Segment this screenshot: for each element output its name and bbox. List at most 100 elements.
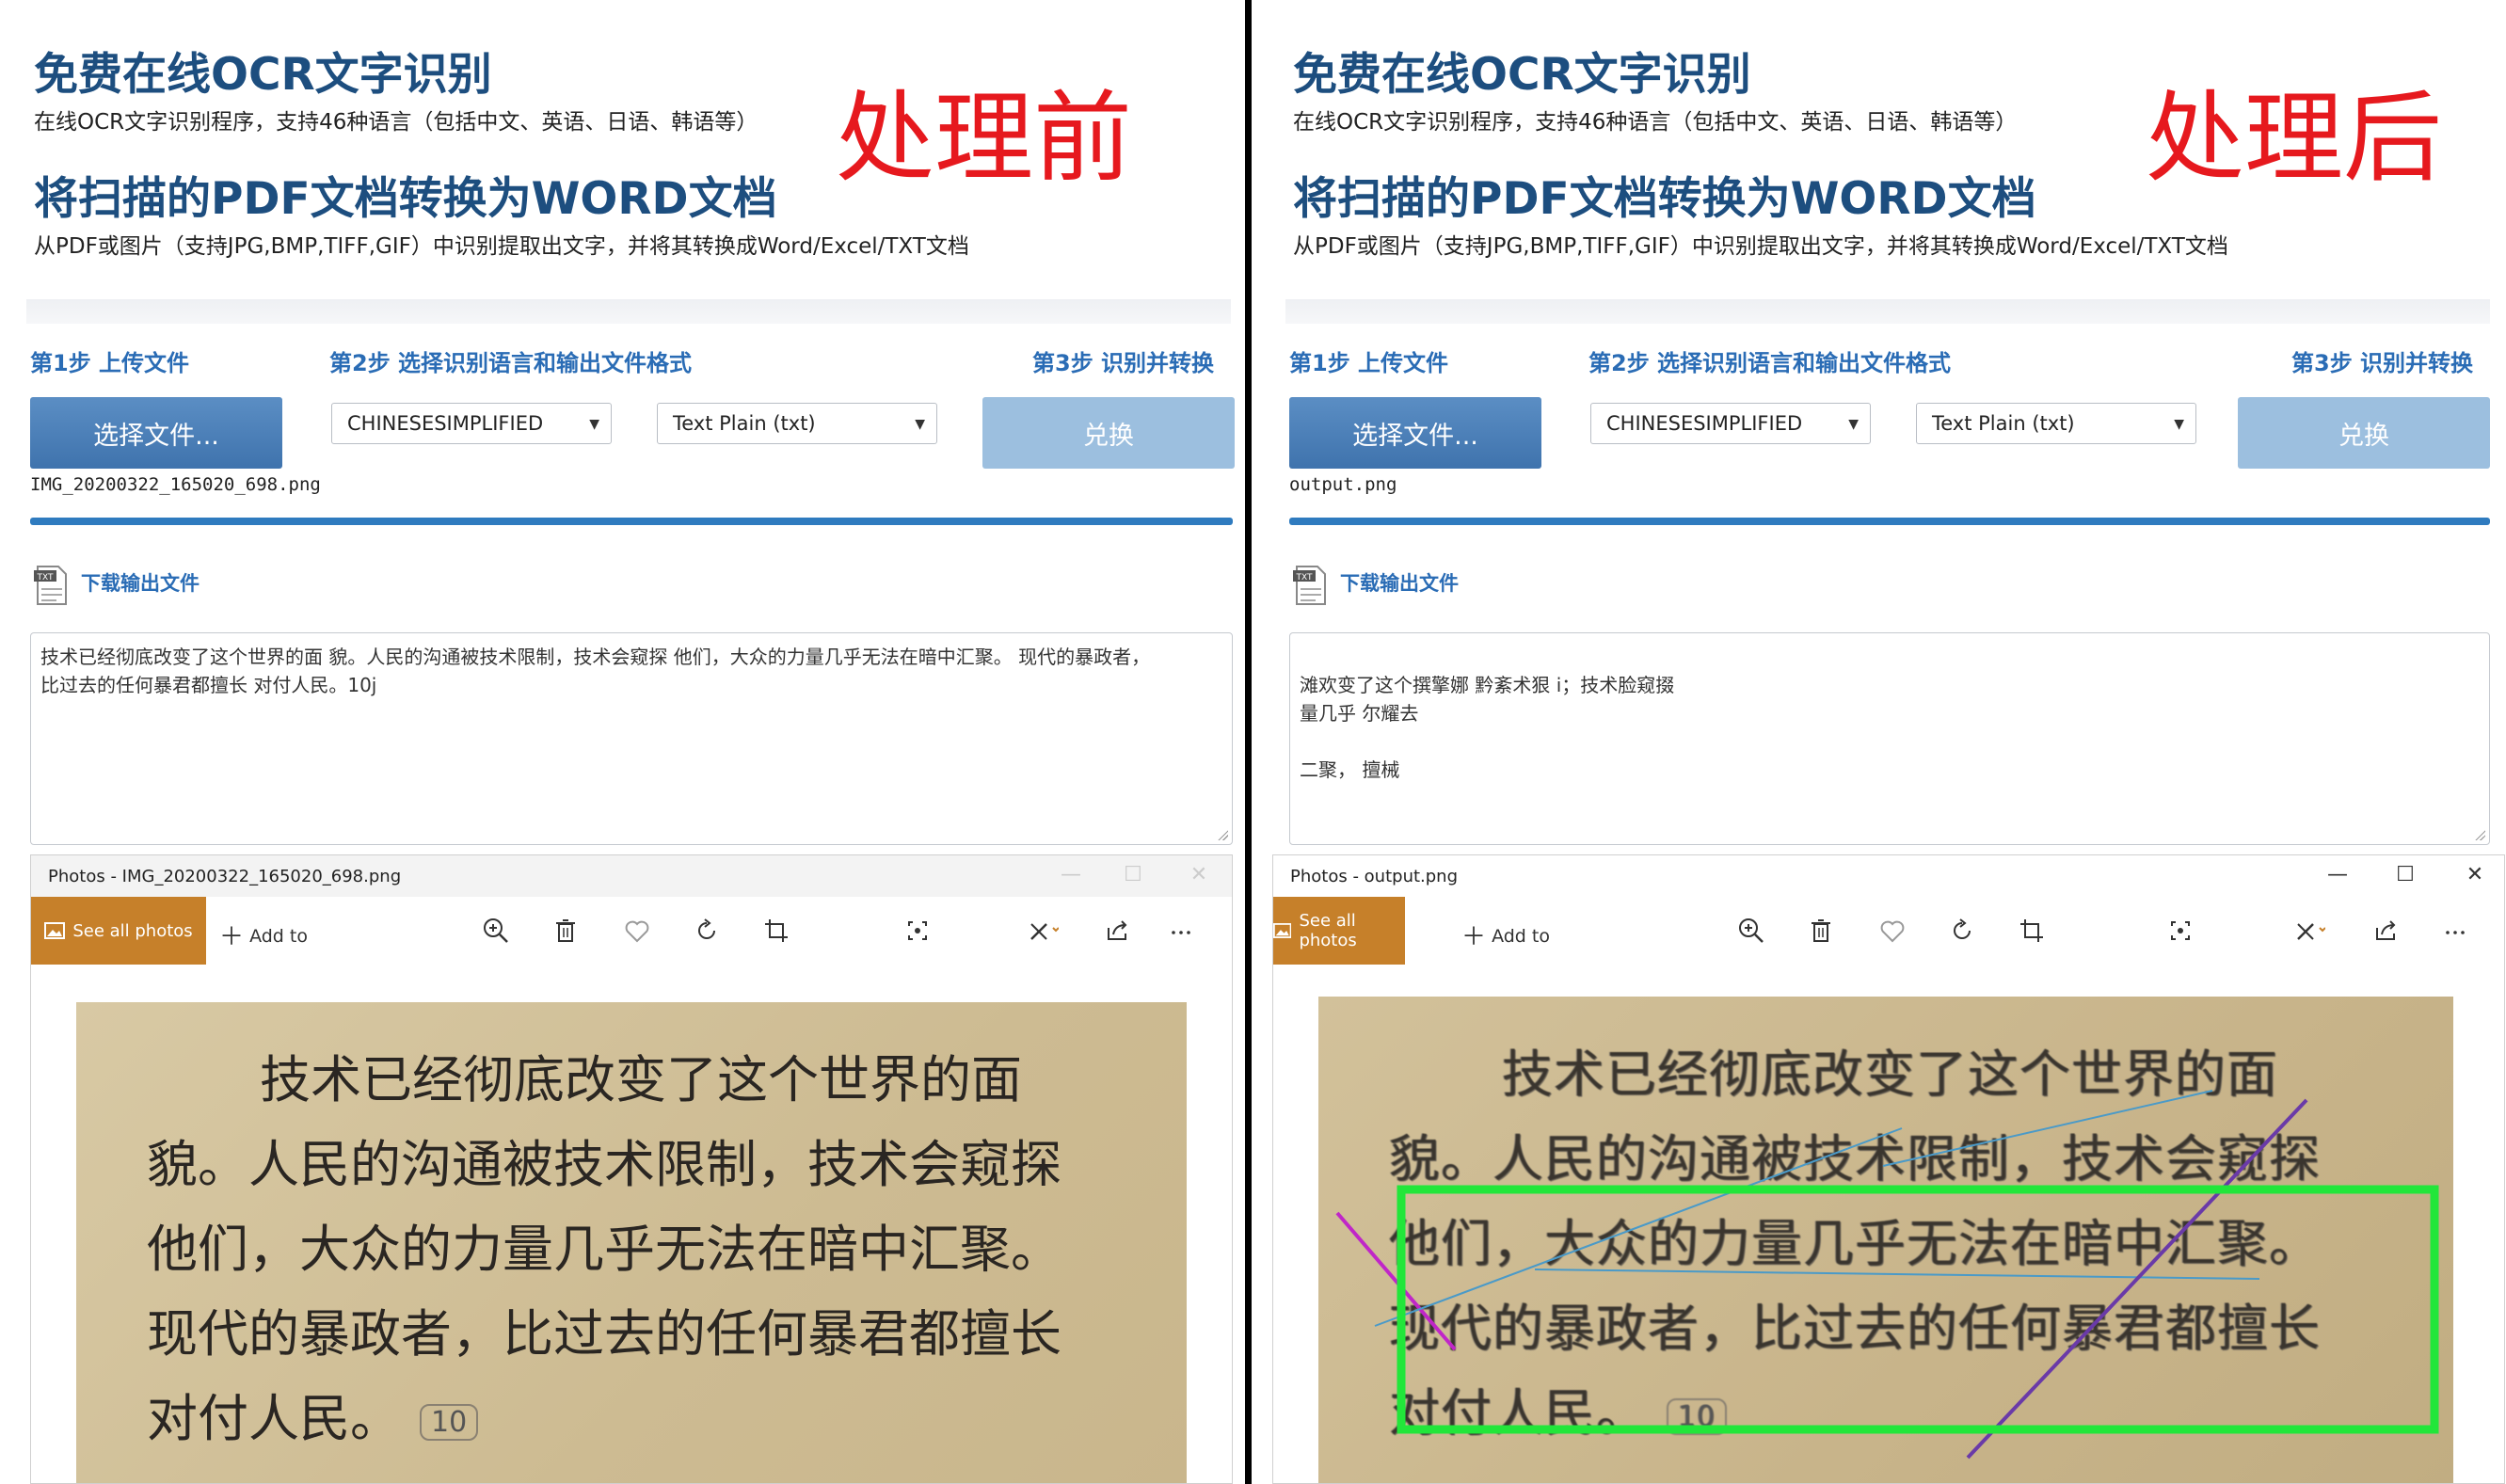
delete-icon[interactable] xyxy=(1802,912,1840,949)
heart-icon[interactable] xyxy=(1874,912,1911,949)
ocr-source-image: 技术已经彻底改变了这个世界的面 貌。人民的沟通被技术限制，技术会窥探 他们，大众… xyxy=(76,1002,1187,1483)
rotate-icon[interactable] xyxy=(1943,912,1981,949)
maximize-icon[interactable]: ☐ xyxy=(1119,863,1147,886)
panel-divider xyxy=(1245,0,1252,1484)
plus-icon: ＋ xyxy=(1461,923,1487,951)
see-all-photos-button[interactable]: See all photos xyxy=(1273,897,1405,965)
ocr-result-textarea[interactable]: 技术已经彻底改变了这个世界的面 貌。人民的沟通被技术限制，技术会窥探 他们，大众… xyxy=(30,632,1233,845)
language-select[interactable]: CHINESESIMPLIFIED ▼ xyxy=(331,403,612,444)
zoom-in-icon[interactable] xyxy=(1732,912,1770,949)
photos-titlebar: Photos - output.png — ☐ ✕ xyxy=(1273,855,2504,897)
ocr-result-textarea[interactable]: 滩欢变了这个撰擎娜 黔紊术狠 i；技术脸窥掇 量几乎 尔耀去 二聚， 擅械 xyxy=(1289,632,2490,845)
step3-label: 第3步 识别并转换 xyxy=(1032,350,1215,376)
svg-text:TXT: TXT xyxy=(1295,573,1313,582)
highlight-box xyxy=(1397,1185,2439,1434)
add-to-button[interactable]: ＋ Add to xyxy=(1461,918,1550,952)
before-panel: 免费在线OCR文字识别 在线OCR文字识别程序，支持46种语言（包括中文、英语、… xyxy=(0,0,1247,1484)
image-text-line: 貌。人民的沟通被技术限制，技术会窥探 xyxy=(147,1135,1061,1194)
close-icon[interactable]: ✕ xyxy=(2461,863,2489,886)
see-all-photos-label: See all photos xyxy=(1299,911,1357,950)
share-icon[interactable] xyxy=(2367,912,2404,949)
language-selected-value: CHINESESIMPLIFIED xyxy=(1606,412,1803,435)
resize-handle[interactable] xyxy=(1217,829,1228,840)
more-icon[interactable] xyxy=(1162,912,1200,949)
crop-icon[interactable] xyxy=(758,912,795,949)
noise-line-blue xyxy=(1374,1127,1903,1327)
enhance-icon[interactable] xyxy=(899,912,936,949)
language-selected-value: CHINESESIMPLIFIED xyxy=(347,412,544,435)
page-title: 免费在线OCR文字识别 xyxy=(1293,49,1751,101)
download-output-link[interactable]: 下载输出文件 xyxy=(1340,568,1459,597)
share-icon[interactable] xyxy=(1098,912,1136,949)
noise-lines-overlay xyxy=(1335,1090,2439,1460)
crop-icon[interactable] xyxy=(2013,912,2051,949)
choose-file-button[interactable]: 选择文件... xyxy=(1289,397,1541,469)
delete-icon[interactable] xyxy=(547,912,584,949)
noise-line-magenta xyxy=(1335,1211,1457,1351)
ocr-text-line xyxy=(1300,727,2480,756)
dropdown-arrow-icon: ▼ xyxy=(915,417,925,432)
dropdown-arrow-icon: ▼ xyxy=(589,417,599,432)
separator xyxy=(26,299,1231,324)
download-output-link[interactable]: 下载输出文件 xyxy=(81,568,200,597)
stage-label: 处理前 xyxy=(836,81,1133,196)
photos-titlebar: Photos - IMG_20200322_165020_698.png — ☐… xyxy=(31,855,1232,897)
separator xyxy=(1285,299,2490,324)
step1-label: 第1步 上传文件 xyxy=(30,350,190,376)
page-title: 免费在线OCR文字识别 xyxy=(34,49,492,101)
after-panel: 免费在线OCR文字识别 在线OCR文字识别程序，支持46种语言（包括中文、英语、… xyxy=(1259,0,2506,1484)
section-title: 将扫描的PDF文档转换为WORD文档 xyxy=(1293,173,2036,225)
rotate-icon[interactable] xyxy=(688,912,726,949)
stage-label: 处理后 xyxy=(2146,81,2443,196)
image-text-line: 现代的暴政者，比过去的任何暴君都擅长 xyxy=(147,1304,1061,1364)
section-title: 将扫描的PDF文档转换为WORD文档 xyxy=(34,173,777,225)
ocr-text-line: 技术已经彻底改变了这个世界的面 貌。人民的沟通被技术限制，技术会窥探 他们，大众… xyxy=(40,646,1151,668)
section-subtitle: 从PDF或图片（支持JPG,BMP,TIFF,GIF）中识别提取出文字，并将其转… xyxy=(34,234,969,259)
minimize-icon[interactable]: — xyxy=(2323,863,2352,886)
image-text-line: 他们，大众的力量几乎无法在暗中汇聚。 xyxy=(147,1220,1061,1279)
convert-button[interactable]: 兑换 xyxy=(2238,397,2490,469)
edit-icon[interactable] xyxy=(2288,912,2325,949)
image-text-line: 对付人民。 10 xyxy=(147,1377,479,1451)
photos-window-title: Photos - output.png xyxy=(1290,867,1459,886)
add-to-button[interactable]: ＋ Add to xyxy=(219,918,308,952)
format-select[interactable]: Text Plain (txt) ▼ xyxy=(1916,403,2196,444)
photos-window: Photos - IMG_20200322_165020_698.png — ☐… xyxy=(30,854,1233,1484)
maximize-icon[interactable]: ☐ xyxy=(2391,863,2419,886)
edit-icon[interactable] xyxy=(1021,912,1059,949)
ocr-text-line: 二聚， 擅械 xyxy=(1300,758,1400,781)
txt-file-icon: TXT xyxy=(34,566,67,605)
zoom-in-icon[interactable] xyxy=(477,912,515,949)
photos-toolbar: See all photos ＋ Add to xyxy=(1273,897,2504,965)
language-select[interactable]: CHINESESIMPLIFIED ▼ xyxy=(1590,403,1871,444)
step2-label: 第2步 选择识别语言和输出文件格式 xyxy=(329,350,693,376)
ocr-text-line: 滩欢变了这个撰擎娜 黔紊术狠 i；技术脸窥掇 xyxy=(1300,674,1675,696)
close-icon[interactable]: ✕ xyxy=(1185,863,1213,886)
add-to-label: Add to xyxy=(1492,926,1550,947)
dropdown-arrow-icon: ▼ xyxy=(1848,417,1859,432)
section-subtitle: 从PDF或图片（支持JPG,BMP,TIFF,GIF）中识别提取出文字，并将其转… xyxy=(1293,234,2228,259)
format-select[interactable]: Text Plain (txt) ▼ xyxy=(657,403,937,444)
noise-line-blue xyxy=(1882,1090,2213,1167)
enhance-icon[interactable] xyxy=(2162,912,2199,949)
see-all-photos-button[interactable]: See all photos xyxy=(31,897,206,965)
format-selected-value: Text Plain (txt) xyxy=(673,412,816,435)
txt-file-icon: TXT xyxy=(1293,566,1326,605)
convert-button[interactable]: 兑换 xyxy=(982,397,1235,469)
page-subtitle: 在线OCR文字识别程序，支持46种语言（包括中文、英语、日语、韩语等） xyxy=(34,110,758,135)
photo-icon xyxy=(44,922,66,939)
step1-label: 第1步 上传文件 xyxy=(1289,350,1449,376)
add-to-label: Add to xyxy=(249,926,308,947)
progress-bar xyxy=(30,518,1233,525)
heart-icon[interactable] xyxy=(618,912,656,949)
photos-toolbar: See all photos ＋ Add to xyxy=(31,897,1232,965)
minimize-icon[interactable]: — xyxy=(1057,863,1085,886)
choose-file-button[interactable]: 选择文件... xyxy=(30,397,282,469)
step2-label: 第2步 选择识别语言和输出文件格式 xyxy=(1588,350,1952,376)
uploaded-filename: output.png xyxy=(1289,474,1397,495)
page-number-badge: 10 xyxy=(420,1403,479,1441)
resize-handle[interactable] xyxy=(2474,829,2485,840)
more-icon[interactable] xyxy=(2436,912,2474,949)
image-text-line: 技术已经彻底改变了这个世界的面 xyxy=(260,1050,1022,1109)
step3-label: 第3步 识别并转换 xyxy=(2291,350,2474,376)
